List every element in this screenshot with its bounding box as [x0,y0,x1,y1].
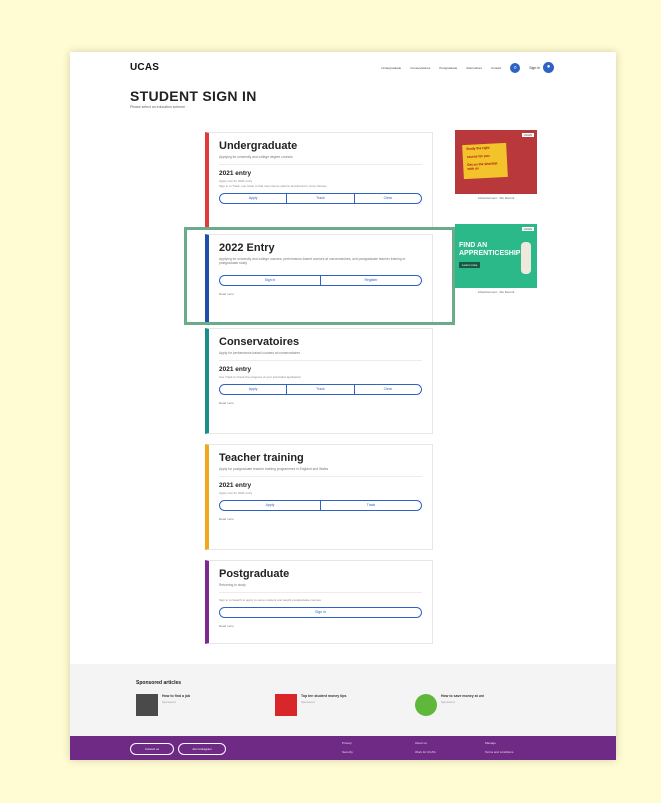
piggy-bank-icon[interactable] [415,694,437,716]
card-title: Conservatoires [219,336,300,348]
highlight-frame [184,227,455,325]
nav-alternatives[interactable]: Alternatives [466,66,482,70]
nav-postgraduate[interactable]: Postgraduate [439,66,457,70]
action-buttons: Apply Track [219,500,422,511]
card-description: Apply for postgraduate teacher training … [219,467,329,471]
entry-note: Apply now for 2021 entry [219,179,253,183]
card-undergraduate: Undergraduate Applying for university an… [205,132,433,230]
apply-button[interactable]: Apply [220,385,288,394]
entry-label: 2021 entry [219,366,252,373]
contact-us-button[interactable]: Contact us [130,743,174,755]
entry-note-secondary: Sign in to Track, use Clear to find new … [219,184,327,188]
sponsored-articles-section: Sponsored articles How to find a job Spo… [70,664,616,736]
advert-study[interactable]: UCAS Study the right course for you Get … [455,130,537,200]
sponsored-heading: Sponsored articles [136,680,182,686]
ucas-logo[interactable]: UCAS [130,62,159,73]
apply-button[interactable]: Apply [220,501,321,510]
advert-image[interactable]: UCAS Study the right course for you Get … [455,130,537,194]
join-button[interactable]: Join Instagram [178,743,226,755]
read-more-link[interactable]: Read more [219,401,422,405]
advert-image[interactable]: UCAS FIND AN APPRENTICESHIP Learn more [455,224,537,288]
action-buttons: Sign in [219,607,422,618]
read-more-link[interactable]: Read more [219,517,422,521]
advert-banner: Study the right course for you Get on th… [462,142,508,180]
advert-cta-button[interactable]: Learn more [459,262,481,268]
top-navigation: Undergraduate Conservatoires Postgraduat… [381,62,554,73]
entry-label: 2021 entry [219,482,252,489]
advert-caption: Advertisement - We Recruit [477,196,515,200]
track-button[interactable]: Track [321,501,421,510]
apply-button[interactable]: Apply [220,194,288,203]
sign-in-button[interactable]: Sign in [220,608,421,617]
advert-tag: UCAS [521,133,534,137]
clear-button[interactable]: Clear [355,385,421,394]
track-button[interactable]: Track [287,194,355,203]
sign-in-label: Sign in [529,65,540,70]
article-title[interactable]: How to save money at uni [441,694,484,698]
card-description: Apply for performance-based courses at c… [219,351,300,355]
entry-label: 2021 entry [219,170,252,177]
footer-link[interactable]: Privacy [342,741,352,745]
card-postgraduate: Postgraduate Returning to study Sign in … [205,560,433,644]
advert-tag: UCAS [521,227,534,231]
article-thumbnail[interactable] [136,694,158,716]
nav-conservatoires[interactable]: Conservatoires [410,66,430,70]
footer-link[interactable]: Terms and conditions [485,750,513,754]
card-title: Postgraduate [219,568,290,580]
advert-apprenticeship[interactable]: UCAS FIND AN APPRENTICESHIP Learn more A… [455,224,537,294]
divider [219,360,422,361]
card-teacher-training: Teacher training Apply for postgraduate … [205,444,433,550]
entry-note: Use Track to check the progress of your … [219,375,302,379]
page-subtitle: Please select an education scheme [130,105,186,109]
track-button[interactable]: Track [287,385,355,394]
article-title[interactable]: How to find a job [162,694,190,698]
page-title: STUDENT SIGN IN [130,88,257,104]
card-conservatoires: Conservatoires Apply for performance-bas… [205,328,433,434]
clear-button[interactable]: Clear [355,194,421,203]
advert-caption: Advertisement - We Recruit [477,290,515,294]
card-description: Applying for university and college degr… [219,155,293,159]
card-title: Undergraduate [219,140,298,152]
article-thumbnail[interactable] [275,694,297,716]
footer-link[interactable]: About us [415,741,427,745]
sponsored-article[interactable]: Top ten student money tips Sponsored [275,694,346,716]
user-icon[interactable]: ● [543,62,554,73]
article-sponsor: Sponsored [441,700,455,704]
sign-in-link[interactable]: Sign in ● [529,62,554,73]
article-title[interactable]: Top ten student money tips [301,694,346,698]
article-sponsor: Sponsored [301,700,315,704]
divider [219,476,422,477]
action-buttons: Apply Track Clear [219,193,422,204]
card-title: Teacher training [219,452,304,464]
nav-contact[interactable]: Contact [491,66,501,70]
read-more-link[interactable]: Read more [219,624,422,628]
ucas-page: UCAS Undergraduate Conservatoires Postgr… [70,52,616,760]
article-sponsor: Sponsored [162,700,176,704]
footer-link[interactable]: Security [342,750,353,754]
site-footer: Contact us Join Instagram Privacy Securi… [70,736,616,760]
entry-note: Apply now for 2021 entry [219,491,253,495]
entry-note: Sign in to Search to apply to some maste… [219,598,321,602]
divider [219,164,422,165]
search-icon[interactable]: ⌕ [510,62,521,73]
action-buttons: Apply Track Clear [219,384,422,395]
card-description: Returning to study [219,583,246,587]
advert-line: Get on the shortlist with us [467,161,498,171]
footer-link[interactable]: Work for UCAS [415,750,435,754]
sponsored-article[interactable]: How to find a job Sponsored [136,694,190,716]
person-illustration [521,242,531,274]
footer-link[interactable]: Manage [485,741,496,745]
divider [219,592,422,593]
nav-undergraduate[interactable]: Undergraduate [381,66,401,70]
sponsored-article[interactable]: How to save money at uni Sponsored [415,694,484,716]
